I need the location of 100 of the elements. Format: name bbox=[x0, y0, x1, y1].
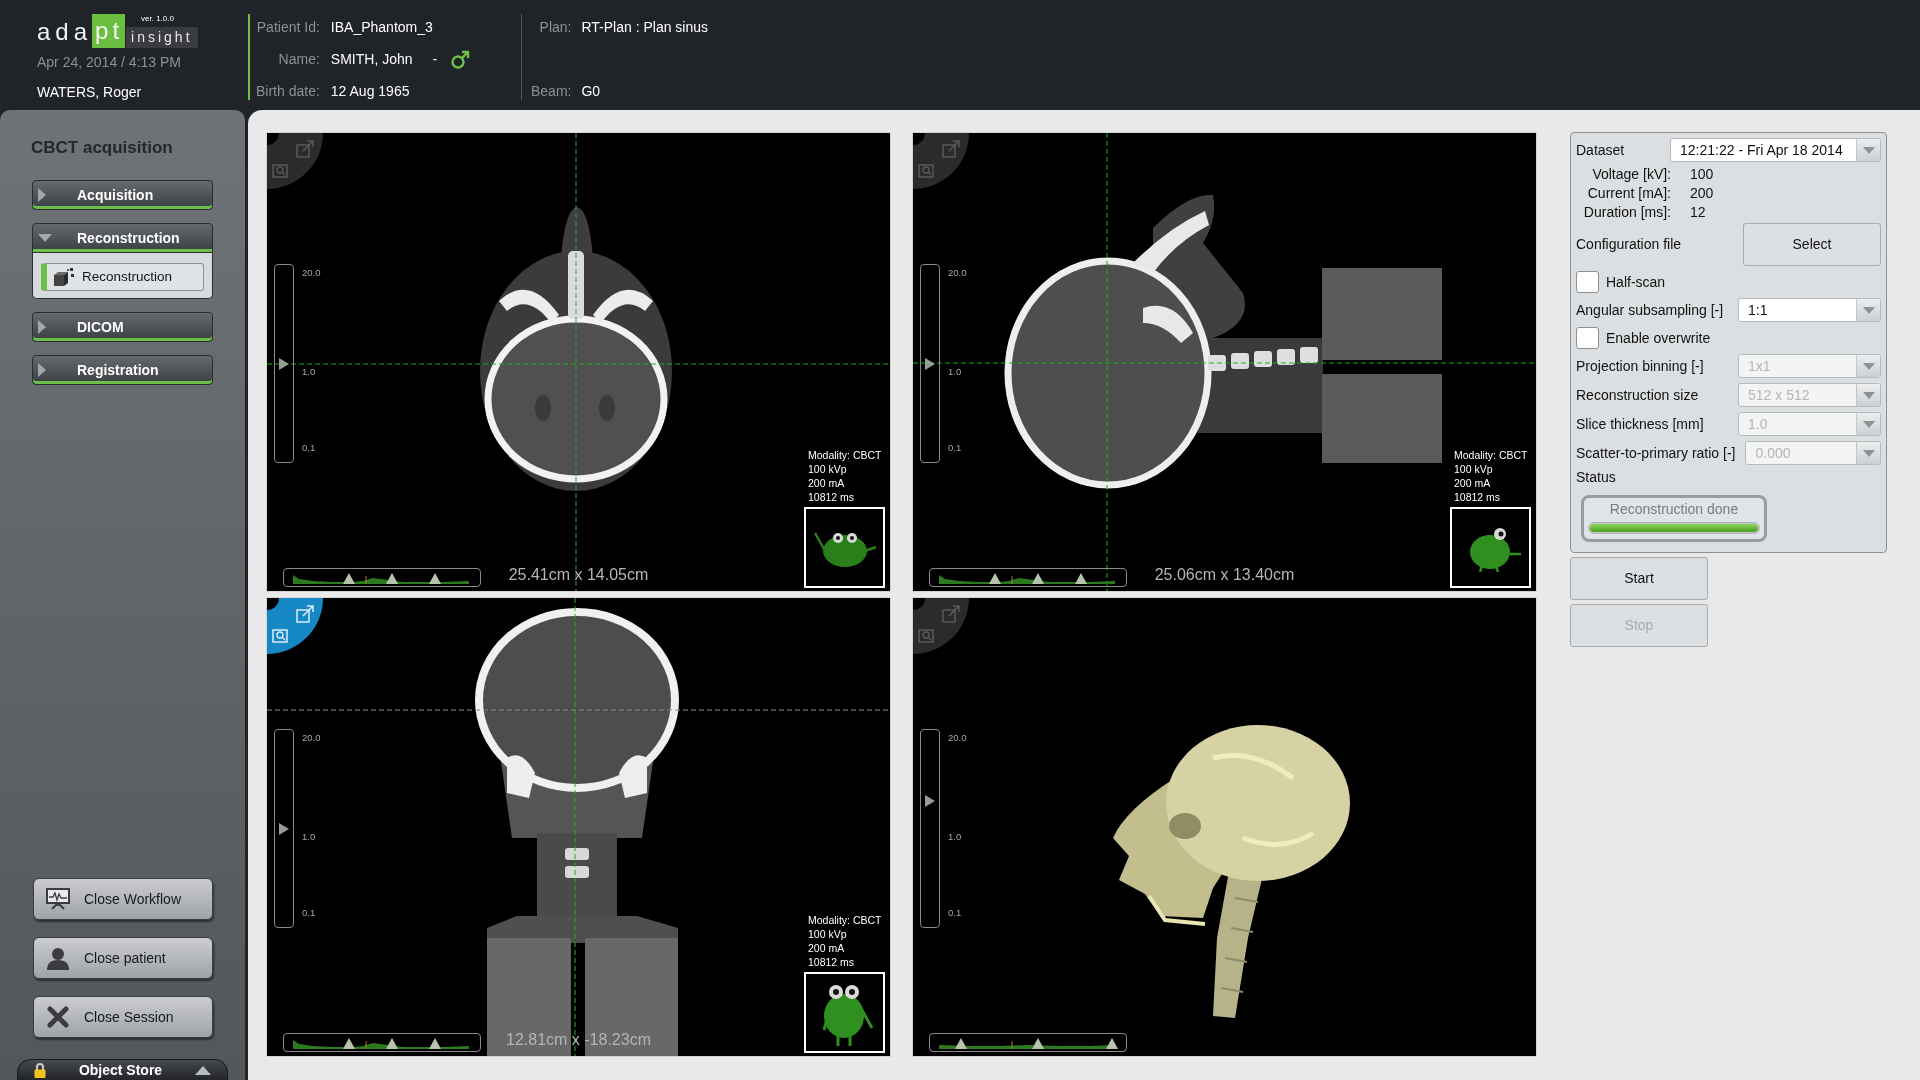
male-symbol-icon bbox=[451, 49, 471, 69]
caret-right-icon bbox=[38, 320, 46, 334]
scale-label: 1.0 bbox=[302, 832, 316, 842]
dropdown[interactable]: 1:1 bbox=[1738, 298, 1881, 322]
reading-label: Duration [ms]: bbox=[1582, 203, 1671, 222]
window-handle[interactable] bbox=[988, 573, 1001, 584]
close-button[interactable]: Close Workflow bbox=[33, 878, 213, 920]
slider-thumb[interactable] bbox=[279, 822, 289, 835]
caret-down-icon bbox=[1862, 306, 1875, 314]
object-store-tab[interactable]: Object Store bbox=[17, 1059, 228, 1080]
scan-info-line: Modality: CBCT bbox=[808, 448, 882, 462]
scan-info-line: 10812 ms bbox=[808, 490, 856, 504]
reading-value: 12 bbox=[1690, 203, 1706, 222]
caret-right-icon bbox=[38, 363, 46, 377]
zoom-slider[interactable] bbox=[274, 729, 294, 928]
window-handle[interactable] bbox=[342, 1038, 355, 1049]
reading-label: Voltage [kV]: bbox=[1591, 165, 1671, 184]
select-file-button[interactable]: Select bbox=[1743, 223, 1881, 266]
field-label: Patient Id: bbox=[256, 17, 320, 37]
scan-info-line: Modality: CBCT bbox=[1454, 448, 1528, 462]
version-label: ver. 1.0.0 bbox=[141, 14, 174, 24]
scale-label: 0.1 bbox=[302, 443, 316, 453]
action-button[interactable]: Start bbox=[1570, 557, 1708, 600]
close-icon bbox=[47, 1006, 69, 1028]
scale-label: 1.0 bbox=[948, 832, 962, 842]
caret-down-icon bbox=[1862, 146, 1875, 154]
expand-icon[interactable] bbox=[296, 605, 314, 623]
checkbox[interactable] bbox=[1576, 327, 1599, 349]
view-menu[interactable] bbox=[267, 598, 323, 654]
caret-down-icon bbox=[1862, 420, 1875, 428]
caret-down-icon bbox=[1862, 449, 1875, 457]
window-handle[interactable] bbox=[1031, 1038, 1044, 1049]
window-handle[interactable] bbox=[955, 1038, 968, 1049]
scan-info-line: 10812 ms bbox=[1454, 490, 1502, 504]
histogram-slider[interactable] bbox=[929, 1033, 1127, 1052]
submenu-item[interactable]: Reconstruction bbox=[41, 263, 204, 291]
field-label: Angular subsampling [-] bbox=[1576, 300, 1724, 320]
scale-label: 1.0 bbox=[948, 367, 962, 377]
cube-icon bbox=[53, 267, 75, 287]
window-handle[interactable] bbox=[385, 1038, 398, 1049]
chart-board-icon bbox=[46, 888, 70, 910]
field-label: Configuration file bbox=[1576, 235, 1682, 254]
window-handle[interactable] bbox=[342, 573, 355, 584]
histogram-slider[interactable] bbox=[283, 1033, 481, 1052]
scan-info-line: 200 mA bbox=[808, 941, 846, 955]
separator-text: - bbox=[432, 49, 438, 69]
dimensions-label: 12.81cm x -18.23cm bbox=[506, 1030, 651, 1050]
field-label: Name: bbox=[277, 49, 320, 69]
product-name: insight bbox=[126, 27, 198, 48]
reading-value: 200 bbox=[1690, 184, 1714, 203]
sidebar-title: CBCT acquisition bbox=[30, 137, 174, 158]
histogram-slider[interactable] bbox=[929, 568, 1127, 587]
close-button[interactable]: Close Session bbox=[33, 996, 213, 1038]
accordion-header[interactable]: Acquisition bbox=[32, 180, 213, 210]
field-value: G0 bbox=[581, 81, 602, 101]
slider-thumb[interactable] bbox=[925, 357, 935, 370]
window-handle[interactable] bbox=[428, 573, 441, 584]
window-handle[interactable] bbox=[428, 1038, 441, 1049]
field-label: Dataset bbox=[1576, 140, 1625, 160]
slider-thumb[interactable] bbox=[279, 357, 289, 370]
scan-info-line: 100 kVp bbox=[808, 927, 848, 941]
date-time: Apr 24, 2014 / 4:13 PM bbox=[37, 54, 181, 70]
field-label: Beam: bbox=[531, 81, 572, 101]
logo-badge: pt bbox=[92, 14, 126, 48]
field-value: SMITH, John bbox=[330, 49, 413, 69]
scan-info-line: 200 mA bbox=[1454, 476, 1492, 490]
field-label: Slice thickness [mm] bbox=[1576, 414, 1704, 434]
checkbox-label: Half-scan bbox=[1606, 272, 1666, 292]
checkbox[interactable] bbox=[1576, 271, 1599, 293]
field-value: IBA_Phantom_3 bbox=[330, 17, 433, 37]
dimensions-label: 25.41cm x 14.05cm bbox=[508, 565, 649, 585]
window-handle[interactable] bbox=[1031, 573, 1044, 584]
scale-label: 0.1 bbox=[948, 908, 962, 918]
checkbox-label: Enable overwrite bbox=[1606, 328, 1711, 348]
slider-thumb[interactable] bbox=[925, 794, 935, 807]
accordion-header[interactable]: DICOM bbox=[32, 312, 213, 342]
zoom-slider[interactable] bbox=[920, 264, 940, 463]
field-label: Plan: bbox=[538, 17, 572, 37]
scale-label: 1.0 bbox=[302, 367, 316, 377]
scan-info-line: Modality: CBCT bbox=[808, 913, 882, 927]
user-name: WATERS, Roger bbox=[37, 84, 142, 100]
zoom-slider[interactable] bbox=[274, 264, 294, 463]
dropdown[interactable]: 12:21:22 - Fri Apr 18 2014 bbox=[1670, 138, 1881, 162]
lock-icon bbox=[34, 1062, 46, 1078]
zoom-slider[interactable] bbox=[920, 729, 940, 928]
accordion-header[interactable]: Registration bbox=[32, 355, 213, 385]
accordion-header[interactable]: Reconstruction bbox=[32, 223, 213, 253]
window-handle[interactable] bbox=[1074, 573, 1087, 584]
close-button[interactable]: Close patient bbox=[33, 937, 213, 979]
reading-value: 100 bbox=[1690, 165, 1714, 184]
window-handle[interactable] bbox=[1106, 1038, 1119, 1049]
caret-down-icon bbox=[1862, 362, 1875, 370]
scale-label: 20.0 bbox=[948, 268, 967, 278]
dimensions-label: 25.06cm x 13.40cm bbox=[1154, 565, 1295, 585]
histogram-slider[interactable] bbox=[283, 568, 481, 587]
scale-label: 20.0 bbox=[302, 268, 321, 278]
window-handle[interactable] bbox=[385, 573, 398, 584]
scan-info-line: 10812 ms bbox=[808, 955, 856, 969]
field-label: Reconstruction size bbox=[1576, 385, 1699, 405]
scan-info-line: 100 kVp bbox=[1454, 462, 1494, 476]
